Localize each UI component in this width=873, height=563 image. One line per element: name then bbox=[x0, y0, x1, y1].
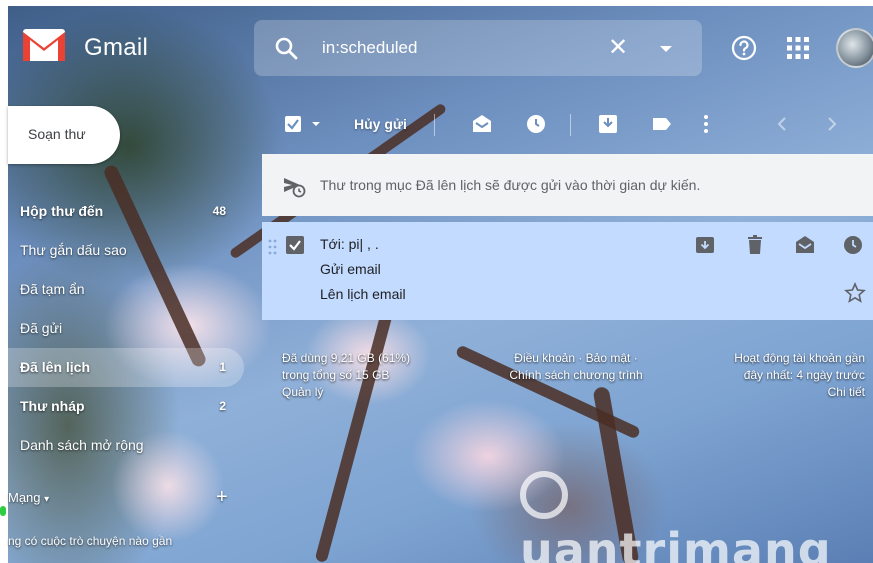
chevron-right-icon[interactable] bbox=[824, 112, 840, 136]
chevron-down-icon[interactable]: ▾ bbox=[44, 494, 49, 505]
chat-empty-note: ng có cuộc trò chuyện nào gần bbox=[8, 534, 173, 548]
chevron-down-icon[interactable] bbox=[310, 112, 322, 136]
sidebar-item-label: Danh sách mở rộng bbox=[20, 437, 144, 453]
label-icon[interactable] bbox=[650, 112, 674, 136]
compose-button[interactable]: Soạn thư bbox=[8, 106, 120, 164]
chevron-left-icon[interactable] bbox=[774, 112, 790, 136]
message-recipient: Tới: pi| , . bbox=[320, 236, 379, 252]
activity-details-link[interactable]: Chi tiết bbox=[828, 385, 865, 399]
drag-handle-icon[interactable] bbox=[268, 238, 278, 256]
sidebar-item-label: Đã tạm ẩn bbox=[20, 281, 85, 297]
drafts-count: 2 bbox=[219, 399, 226, 413]
message-snippet: Lên lịch email bbox=[320, 286, 406, 302]
sidebar-item-label: Thư gắn dấu sao bbox=[20, 242, 127, 258]
storage-info: Đã dùng 9,21 GB (61%) trong tổng số 15 G… bbox=[282, 350, 410, 401]
scheduled-info-banner: Thư trong mục Đã lên lịch sẽ được gửi và… bbox=[262, 154, 873, 216]
sidebar-item-inbox[interactable]: Hộp thư đến 48 bbox=[8, 192, 244, 231]
sidebar-item-sent[interactable]: Đã gửi bbox=[8, 309, 244, 348]
sidebar-item-scheduled[interactable]: Đã lên lịch 1 bbox=[8, 348, 244, 387]
sidebar-nav: Hộp thư đến 48 Thư gắn dấu sao Đã tạm ẩn… bbox=[8, 192, 244, 465]
cancel-send-button[interactable]: Hủy gửi bbox=[354, 112, 407, 136]
toolbar-divider bbox=[570, 114, 571, 136]
apps-grid-icon[interactable] bbox=[786, 36, 810, 60]
archive-icon[interactable] bbox=[694, 234, 716, 256]
program-policy-link[interactable]: Chính sách chương trình bbox=[509, 368, 642, 382]
sidebar-item-drafts[interactable]: Thư nháp 2 bbox=[8, 387, 244, 426]
status-dot bbox=[0, 506, 6, 516]
sidebar-item-label: Hộp thư đến bbox=[20, 203, 104, 219]
move-to-icon[interactable] bbox=[596, 112, 620, 136]
help-icon[interactable] bbox=[730, 34, 758, 62]
account-avatar[interactable] bbox=[836, 28, 873, 68]
footer-links: Điều khoản · Bảo mật · Chính sách chương… bbox=[486, 350, 666, 384]
star-icon[interactable] bbox=[844, 282, 866, 304]
toolbar-divider bbox=[434, 114, 435, 136]
watermark: uantrimang bbox=[520, 468, 873, 563]
scheduled-count: 1 bbox=[219, 360, 226, 374]
banner-message: Thư trong mục Đã lên lịch sẽ được gửi và… bbox=[320, 177, 701, 193]
storage-used: Đã dùng 9,21 GB (61%) bbox=[282, 351, 411, 365]
background-branch bbox=[314, 308, 394, 563]
watermark-text: uantrimang bbox=[520, 522, 832, 563]
terms-privacy-link[interactable]: Điều khoản · Bảo mật · bbox=[514, 351, 637, 365]
scheduled-send-icon bbox=[284, 178, 306, 198]
activity-text-line1: Hoạt động tài khoản gần bbox=[734, 351, 865, 365]
clear-search-icon[interactable]: ✕ bbox=[606, 36, 630, 60]
search-input[interactable] bbox=[322, 34, 592, 62]
more-options-icon[interactable] bbox=[702, 112, 710, 136]
search-options-icon[interactable] bbox=[654, 36, 678, 60]
storage-total: trong tổng số 15 GB bbox=[282, 368, 390, 382]
add-icon[interactable]: + bbox=[216, 486, 228, 509]
sidebar-item-starred[interactable]: Thư gắn dấu sao bbox=[8, 231, 244, 270]
search-bar[interactable]: ✕ bbox=[254, 20, 702, 76]
snooze-clock-icon[interactable] bbox=[842, 234, 864, 256]
manage-storage-link[interactable]: Quản lý bbox=[282, 385, 323, 399]
sidebar-item-snoozed[interactable]: Đã tạm ẩn bbox=[8, 270, 244, 309]
gmail-logo-icon bbox=[23, 29, 65, 61]
watermark-logo-icon bbox=[520, 470, 568, 519]
mark-as-read-icon[interactable] bbox=[470, 112, 494, 136]
sidebar-item-label: Đã lên lịch bbox=[20, 359, 91, 375]
sidebar-item-more[interactable]: Danh sách mở rộng bbox=[8, 426, 244, 465]
message-subject: Gửi email bbox=[320, 261, 381, 277]
sidebar-item-label: Thư nháp bbox=[20, 398, 85, 414]
sidebar-item-label: Đã gửi bbox=[20, 320, 63, 336]
table-row[interactable]: Tới: pi| , . Gửi email Lên lịch email bbox=[262, 222, 873, 320]
unread-count: 48 bbox=[212, 204, 226, 218]
mark-as-read-icon[interactable] bbox=[794, 234, 816, 256]
snooze-clock-icon[interactable] bbox=[524, 112, 548, 136]
activity-text-line2: đây nhất: 4 ngày trước bbox=[743, 368, 865, 382]
delete-icon[interactable] bbox=[744, 234, 766, 256]
gmail-logo-text: Gmail bbox=[84, 34, 149, 61]
message-toolbar: Hủy gửi bbox=[262, 106, 873, 142]
select-all-checkbox-icon[interactable] bbox=[284, 112, 304, 136]
meet-section[interactable]: Mạng ▾ + bbox=[8, 486, 238, 508]
search-icon[interactable] bbox=[274, 36, 298, 60]
row-checkbox-icon[interactable] bbox=[286, 236, 304, 254]
meet-label: Mạng bbox=[8, 490, 41, 505]
account-activity: Hoạt động tài khoản gần đây nhất: 4 ngày… bbox=[645, 350, 865, 401]
